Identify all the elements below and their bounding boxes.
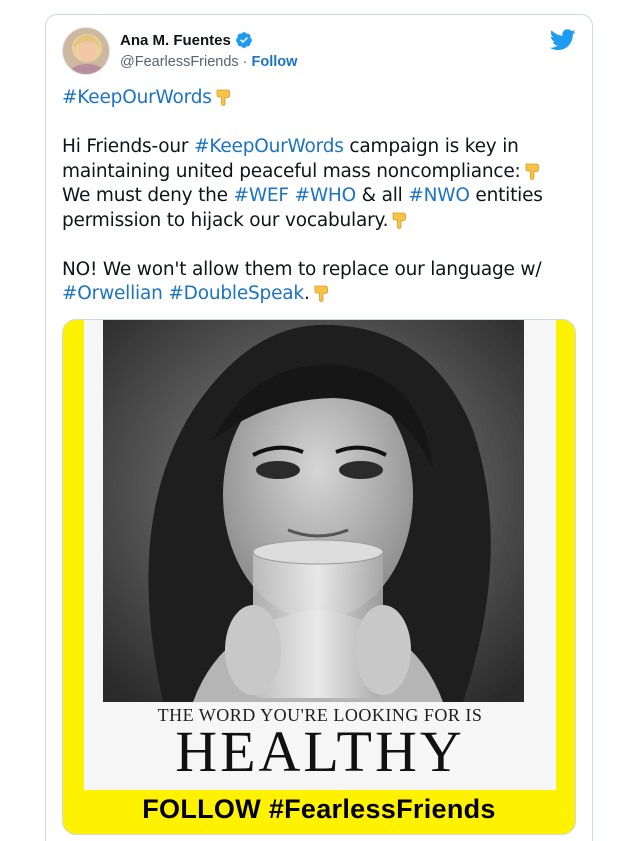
author-row: Ana M. Fuentes (120, 31, 253, 49)
woman-drinking-photo (103, 320, 524, 702)
author-name[interactable]: Ana M. Fuentes (120, 32, 231, 49)
hashtag-keepourwords[interactable]: #KeepOurWords (194, 136, 344, 157)
poster-caption-big: HEALTHY (175, 719, 465, 784)
pointing-down-emoji-icon (392, 212, 407, 229)
hashtag-wef[interactable]: #WEF (234, 185, 290, 206)
follow-button[interactable]: Follow (252, 54, 298, 70)
hashtag-keepourwords[interactable]: #KeepOurWords (62, 87, 212, 108)
text-segment: We must deny the (62, 185, 234, 206)
hashtag-nwo[interactable]: #NWO (408, 185, 470, 206)
hashtag-doublespeak[interactable]: #DoubleSpeak (168, 283, 304, 304)
author-handle[interactable]: @FearlessFriends (120, 54, 239, 70)
hashtag-line: #KeepOurWords (62, 86, 562, 111)
avatar[interactable] (62, 27, 110, 75)
pointing-down-emoji-icon (314, 285, 328, 302)
tweet-paragraph-1: Hi Friends-our #KeepOurWords campaign is… (62, 135, 562, 233)
hashtag-orwellian[interactable]: #Orwellian (62, 283, 163, 304)
pointing-down-emoji-icon (216, 89, 230, 106)
tweet-media-image[interactable]: THE WORD YOU'RE LOOKING FOR IS HEALTHY F… (62, 319, 576, 835)
hashtag-who[interactable]: #WHO (295, 185, 357, 206)
handle-row: @FearlessFriends · Follow (120, 54, 297, 70)
tweet-text: #KeepOurWords Hi Friends-our #KeepOurWor… (62, 86, 562, 307)
text-segment: & all (356, 185, 409, 206)
poster-panel: THE WORD YOU'RE LOOKING FOR IS HEALTHY (84, 320, 556, 790)
separator-dot: · (242, 54, 248, 70)
tweet-card: Ana M. Fuentes @FearlessFriends · Follow… (45, 14, 593, 841)
text-segment: . (303, 283, 310, 304)
verified-badge-icon (235, 32, 252, 48)
tweet-paragraph-2: NO! We won't allow them to replace our l… (62, 258, 562, 307)
text-segment: NO! We won't allow them to replace our l… (62, 258, 542, 280)
tweet-header: Ana M. Fuentes @FearlessFriends · Follow (62, 27, 578, 83)
text-segment: Hi Friends-our (62, 136, 195, 157)
pointing-down-emoji-icon (525, 163, 539, 180)
poster-follow-banner: FOLLOW #FearlessFriends (142, 794, 496, 824)
twitter-bird-icon[interactable] (550, 29, 576, 51)
